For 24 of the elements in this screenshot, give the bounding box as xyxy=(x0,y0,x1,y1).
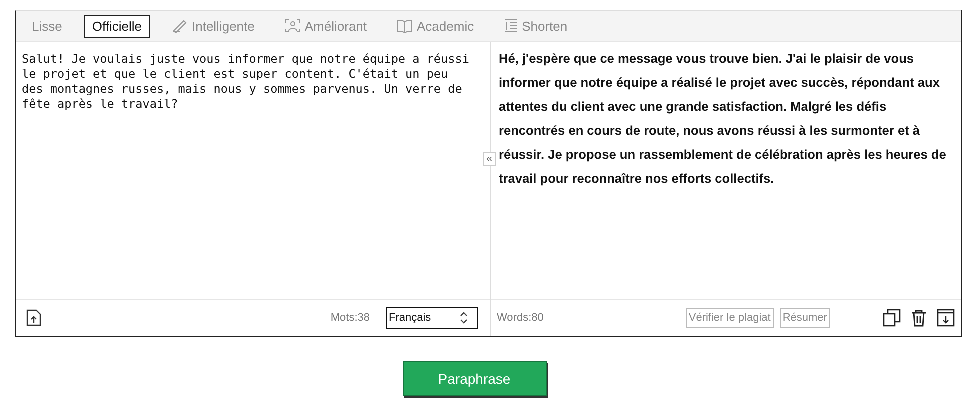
paraphrase-button[interactable]: Paraphrase xyxy=(402,361,546,396)
word-count: Mots:38 xyxy=(330,312,370,324)
copy-icon[interactable] xyxy=(883,309,901,327)
list-icon xyxy=(504,19,518,33)
download-icon[interactable] xyxy=(937,309,955,327)
tab[interactable]: Améliorant xyxy=(276,14,376,38)
tab[interactable]: Lisse xyxy=(24,14,70,38)
output-text: Hé, j'espère que ce message vous trouve bien. J'ai le plaisir de vous informer que notre équipe a réalisé le projet avec succès, répondant aux attentes du client avec une grande satisfaction. Malgré les défis rencontrés en cours de route, nous avons réussi à les surmonter et à réussir. Je propose un rassemblement de célébration après les heures de travail pour reconnaître nos efforts collectifs. xyxy=(498,50,948,188)
input-field[interactable]: Salut! Je voulais juste vous informer que notre équipe a réussi le projet et que le client est super content. C'était un peu des montagnes russes, mais nous y sommes parvenus. Un verre de fête après le travail? xyxy=(16,42,478,299)
tab[interactable]: Academic xyxy=(389,14,482,38)
pen-icon xyxy=(172,19,188,33)
upload-icon[interactable] xyxy=(26,309,42,327)
book-icon xyxy=(397,19,414,33)
word-count: Words:80 xyxy=(497,312,544,324)
tab[interactable]: Intelligente xyxy=(164,14,263,38)
trash-icon[interactable] xyxy=(911,309,927,327)
person-frame-icon xyxy=(284,19,301,33)
collapse-button[interactable]: « xyxy=(483,152,496,166)
chevron-updown-icon xyxy=(459,311,469,325)
tab[interactable]: Officielle xyxy=(84,14,150,38)
action-button[interactable]: Résumer xyxy=(780,308,830,328)
action-button[interactable]: Vérifier le plagiat xyxy=(686,308,774,328)
language-select[interactable]: Français xyxy=(386,307,478,329)
tab[interactable]: Shorten xyxy=(496,14,576,38)
